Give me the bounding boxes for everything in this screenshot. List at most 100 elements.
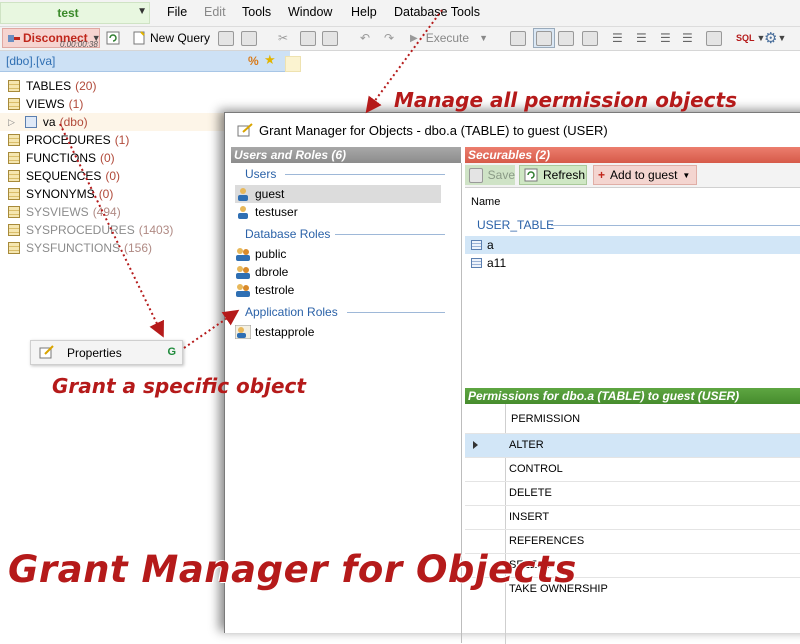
properties-menu-item[interactable]: Properties G bbox=[30, 340, 183, 365]
cut-button[interactable]: ✂ bbox=[278, 28, 288, 48]
app-role-icon bbox=[235, 325, 251, 339]
folder-icon bbox=[218, 30, 234, 46]
properties-icon bbox=[39, 345, 54, 359]
tree-item-sequences[interactable]: SEQUENCES (0) bbox=[8, 167, 120, 185]
window-titlebar: Grant Manager for Objects - dbo.a (TABLE… bbox=[225, 113, 800, 147]
menu-database-tools[interactable]: Database Tools bbox=[394, 5, 480, 19]
user-icon bbox=[238, 206, 248, 219]
refresh-icon bbox=[524, 168, 538, 182]
role-label: testapprole bbox=[255, 325, 315, 339]
window-title: Grant Manager for Objects - dbo.a (TABLE… bbox=[259, 123, 608, 138]
connection-selector[interactable]: test ▼ bbox=[0, 2, 150, 24]
paste-button[interactable] bbox=[322, 28, 338, 48]
role-item-dbrole[interactable]: dbrole bbox=[235, 263, 441, 281]
securable-row-a11[interactable]: a11 bbox=[465, 254, 800, 272]
divider bbox=[335, 234, 445, 235]
save-label: Save bbox=[487, 168, 515, 182]
group-label-users: Users bbox=[245, 167, 277, 181]
copy-button[interactable] bbox=[300, 28, 316, 48]
tree-item-sysfunctions[interactable]: SYSFUNCTIONS (156) bbox=[8, 239, 152, 257]
folder-icon bbox=[8, 206, 20, 218]
tree-header-title: [dbo].[va] bbox=[6, 54, 56, 68]
tool-button-3[interactable] bbox=[558, 28, 574, 48]
chevron-down-icon: ▼ bbox=[137, 6, 147, 17]
role-label: public bbox=[255, 247, 287, 261]
tree-item-sysviews[interactable]: SYSVIEWS (494) bbox=[8, 203, 121, 221]
document-tab[interactable] bbox=[285, 56, 301, 72]
permission-row-alter[interactable]: ALTER bbox=[465, 433, 800, 457]
toolbar: Disconnect ▼ New Query ✂ ↶ ↷ ▶ Execute ▼… bbox=[0, 27, 800, 51]
menu-file[interactable]: File bbox=[167, 5, 187, 19]
refresh-connection-button[interactable] bbox=[106, 28, 120, 48]
permission-row-control[interactable]: CONTROL bbox=[465, 457, 800, 481]
users-roles-header-label: Users and Roles (6) bbox=[234, 148, 347, 162]
settings-button[interactable]: ⚙ ▼ bbox=[764, 28, 786, 48]
user-label: testuser bbox=[255, 205, 298, 219]
role-icon bbox=[236, 284, 250, 297]
save-file-button[interactable] bbox=[241, 28, 257, 48]
tree-item-views[interactable]: VIEWS (1) bbox=[8, 95, 83, 113]
tool-button-4[interactable] bbox=[582, 28, 598, 48]
align-button-3[interactable]: ☰ bbox=[660, 28, 671, 48]
view-icon bbox=[24, 116, 37, 128]
align-button-1[interactable]: ☰ bbox=[612, 28, 623, 48]
undo-button[interactable]: ↶ bbox=[360, 28, 370, 48]
chevron-down-icon: ▼ bbox=[777, 33, 787, 43]
user-item-guest[interactable]: guest bbox=[235, 185, 441, 203]
user-item-testuser[interactable]: testuser bbox=[235, 203, 441, 221]
tool-button-1[interactable] bbox=[510, 28, 526, 48]
copy-icon bbox=[300, 30, 316, 46]
user-label: guest bbox=[255, 187, 285, 201]
redo-button[interactable]: ↷ bbox=[384, 28, 394, 48]
align-button-2[interactable]: ☰ bbox=[636, 28, 647, 48]
menu-window[interactable]: Window bbox=[288, 5, 332, 19]
role-icon bbox=[236, 266, 250, 279]
securables-toolbar: Save Refresh + Add to guest ▼ bbox=[465, 163, 800, 187]
filter-percent-icon[interactable]: % bbox=[248, 54, 259, 68]
add-to-guest-button[interactable]: + Add to guest ▼ bbox=[593, 165, 697, 185]
paste-icon bbox=[322, 30, 338, 46]
permission-row-insert[interactable]: INSERT bbox=[465, 505, 800, 529]
chevron-down-icon: ▼ bbox=[479, 33, 488, 43]
connection-timer: 0.00:00:38 bbox=[60, 40, 98, 49]
menu-edit[interactable]: Edit bbox=[204, 5, 226, 19]
column-header-name[interactable]: Name bbox=[471, 196, 500, 208]
tree-item-functions[interactable]: FUNCTIONS (0) bbox=[8, 149, 115, 167]
tree-item-label: SYSVIEWS bbox=[26, 205, 89, 219]
column-header-permission[interactable]: PERMISSION bbox=[511, 413, 580, 425]
tree-item-procedures[interactable]: PROCEDURES (1) bbox=[8, 131, 129, 149]
securable-label: a11 bbox=[487, 256, 507, 270]
securable-row-a[interactable]: a bbox=[465, 236, 800, 254]
folder-icon bbox=[8, 242, 20, 254]
print-button[interactable] bbox=[706, 28, 722, 48]
tool-button-2[interactable] bbox=[533, 28, 555, 48]
tree-item-tables[interactable]: TABLES (20) bbox=[8, 77, 96, 95]
folder-icon bbox=[8, 134, 20, 146]
tree-item-synonyms[interactable]: SYNONYMS (0) bbox=[8, 185, 113, 203]
sql-button[interactable]: SQL ▼ bbox=[736, 28, 765, 48]
divider bbox=[347, 312, 445, 313]
user-icon bbox=[238, 188, 248, 201]
chevron-down-icon: ▼ bbox=[682, 170, 691, 180]
layout-icon bbox=[582, 30, 598, 46]
menu-tools[interactable]: Tools bbox=[242, 5, 271, 19]
star-icon[interactable]: ★ bbox=[264, 52, 276, 68]
save-button[interactable]: Save bbox=[465, 165, 515, 185]
new-query-label: New Query bbox=[150, 31, 211, 45]
permission-row-delete[interactable]: DELETE bbox=[465, 481, 800, 505]
refresh-button[interactable]: Refresh bbox=[519, 165, 587, 185]
table-icon bbox=[471, 258, 482, 268]
align-button-4[interactable]: ☰ bbox=[682, 28, 693, 48]
menu-help[interactable]: Help bbox=[351, 5, 377, 19]
layout-icon bbox=[536, 30, 552, 46]
execute-button[interactable]: ▶ Execute ▼ bbox=[410, 28, 488, 48]
open-button[interactable] bbox=[218, 28, 234, 48]
permission-label: DELETE bbox=[509, 487, 552, 499]
role-item-testrole[interactable]: testrole bbox=[235, 281, 441, 299]
new-query-button[interactable]: New Query bbox=[132, 28, 210, 48]
disconnect-icon bbox=[8, 35, 20, 42]
role-item-testapprole[interactable]: testapprole bbox=[235, 323, 441, 341]
tree-item-sysprocedures[interactable]: SYSPROCEDURES (1403) bbox=[8, 221, 173, 239]
expand-icon[interactable]: ▷ bbox=[8, 117, 15, 128]
role-item-public[interactable]: public bbox=[235, 245, 441, 263]
